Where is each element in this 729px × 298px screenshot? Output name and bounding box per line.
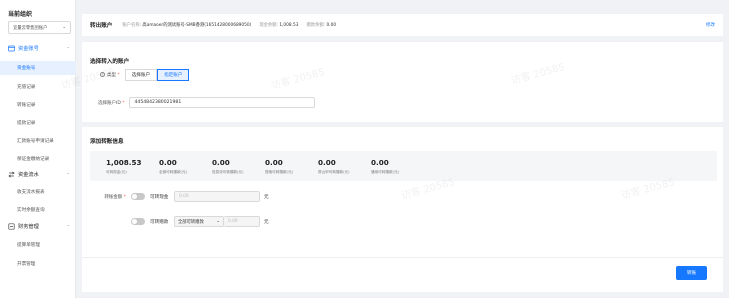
nav-group-label: 资金流水 — [18, 172, 39, 178]
bonus-unit: 元 — [264, 219, 269, 225]
help-icon[interactable]: ? — [100, 72, 105, 77]
cash-balance-value: 1,008.53 — [279, 23, 299, 28]
cash-unit: 元 — [264, 194, 269, 200]
transfer-submit-button[interactable]: 转账 — [676, 266, 707, 280]
account-name-field: 账户名称: 高amaoer的测试账号-SMB香港(165142800068905… — [122, 23, 252, 28]
nav-item-remit-apply-records[interactable]: 汇款账号申请记录 — [0, 134, 76, 148]
org-select[interactable]: 宜量云零售团账户 ⌄ — [8, 21, 71, 34]
nav-group-label: 资金账号 — [18, 46, 39, 52]
nav-item-income-report[interactable]: 收支流水报表 — [0, 185, 76, 199]
cash-amount-row: 转账金额 * 可转现金 0.00 元 — [90, 191, 269, 202]
account-type-segmented: 选择账户 指定账户 — [124, 69, 190, 81]
account-type-label: ? 类型 * — [100, 72, 120, 78]
nav-item-recharge-records[interactable]: 充值记录 — [0, 80, 76, 94]
account-id-input[interactable]: 4454842380021981 — [129, 97, 316, 108]
bonus-toggle-label: 可转赠款 — [150, 219, 169, 225]
nav-group-flow[interactable]: 资金流水 ⌃ — [8, 171, 70, 178]
nav-item-realtime-balance[interactable]: 实时余额查询 — [0, 203, 76, 217]
nav-item-deposit-records[interactable]: 保证金缴纳记录 — [0, 152, 76, 166]
bonus-balance-value: 0.00 — [326, 23, 337, 28]
source-account-bar: 转出账户 账户名称: 高amaoer的测试账号-SMB香港(1651428000… — [82, 14, 723, 36]
account-type-row: ? 类型 * 选择账户 指定账户 — [90, 69, 190, 81]
finance-icon — [8, 223, 15, 230]
account-name-value: 高amaoer的测试账号-SMB香港(1651428000689050) — [142, 23, 252, 28]
nav-item-funds-account[interactable]: 资金账号 — [0, 61, 76, 75]
nav-item-invoice[interactable]: 开票管理 — [0, 257, 76, 271]
account-id-label: 选择账户ID * — [98, 100, 125, 106]
balance-stats-panel: 1,008.53 可转现金(元) 0.00 全部可转赠款(元) 0.00 信息流可转赠… — [90, 151, 717, 181]
cash-toggle-label: 可转现金 — [150, 194, 169, 200]
cash-amount-input[interactable]: 0.00 — [174, 191, 260, 202]
bonus-toggle[interactable] — [131, 218, 145, 225]
bonus-amount-input[interactable]: 0.00 — [224, 216, 260, 227]
stat-all-bonus: 0.00 全部可转赠款(元) — [159, 157, 187, 174]
nav-group-finance[interactable]: 财务管理 ⌃ — [8, 223, 70, 230]
transfer-form-card: 选择转入的账户 ? 类型 * 选择账户 指定账户 选择账户ID * 4454842… — [82, 42, 723, 292]
bonus-balance-field: 赠款余额: 0.00 — [306, 23, 337, 28]
stat-pangle-bonus: 0.00 穿山甲可转赠款(元) — [318, 157, 350, 174]
section-divider — [82, 122, 723, 127]
wallet-icon — [8, 45, 15, 52]
account-id-row: 选择账户ID * 4454842380021981 — [90, 97, 316, 108]
bonus-amount-row: 可转赠款 全部可转赠款 ⌄ 0.00 元 — [90, 216, 269, 227]
org-title: 当前组织 — [8, 11, 33, 18]
chevron-up-icon: ⌃ — [66, 224, 70, 229]
stat-general-bonus: 0.00 通用可转赠款(元) — [371, 157, 399, 174]
stat-cash: 1,008.53 可转现金(元) — [106, 157, 142, 174]
nav-item-settlement[interactable]: 提算单管理 — [0, 238, 76, 252]
nav-item-transfer-records[interactable]: 转账记录 — [0, 98, 76, 112]
nav-group-funds[interactable]: 资金账号 ⌃ — [8, 45, 70, 52]
chevron-up-icon: ⌃ — [66, 172, 70, 177]
stat-feed-bonus: 0.00 信息流可转赠款(元) — [212, 157, 244, 174]
org-select-value: 宜量云零售团账户 — [13, 25, 48, 31]
option-choose-account[interactable]: 选择账户 — [124, 69, 158, 81]
cash-balance-field: 现金余额: 1,008.53 — [259, 23, 299, 28]
stat-search-bonus: 0.00 搜索可转赠款(元) — [265, 157, 293, 174]
section-title-transfer-info: 添加转账信息 — [90, 139, 124, 145]
form-footer: 转账 — [82, 257, 723, 292]
source-account-title: 转出账户 — [90, 23, 113, 29]
option-specify-account[interactable]: 指定账户 — [157, 69, 190, 81]
transfer-amount-label: 转账金额 * — [104, 194, 126, 200]
chevron-up-icon: ⌃ — [66, 46, 70, 51]
flow-icon — [8, 171, 15, 178]
sidebar: 当前组织 宜量云零售团账户 ⌄ 资金账号 ⌃ 资金账号 充值记录 转账记录 提款… — [0, 0, 76, 298]
edit-link[interactable]: 修改 — [706, 22, 715, 28]
nav-item-withdraw-records[interactable]: 提款记录 — [0, 116, 76, 130]
nav-group-label: 财务管理 — [18, 224, 39, 230]
cash-toggle[interactable] — [131, 193, 145, 200]
chevron-down-icon: ⌄ — [216, 219, 220, 224]
bonus-type-select[interactable]: 全部可转赠款 ⌄ — [174, 216, 224, 227]
chevron-down-icon: ⌄ — [62, 25, 66, 30]
section-title-select-account: 选择转入的账户 — [90, 59, 130, 65]
